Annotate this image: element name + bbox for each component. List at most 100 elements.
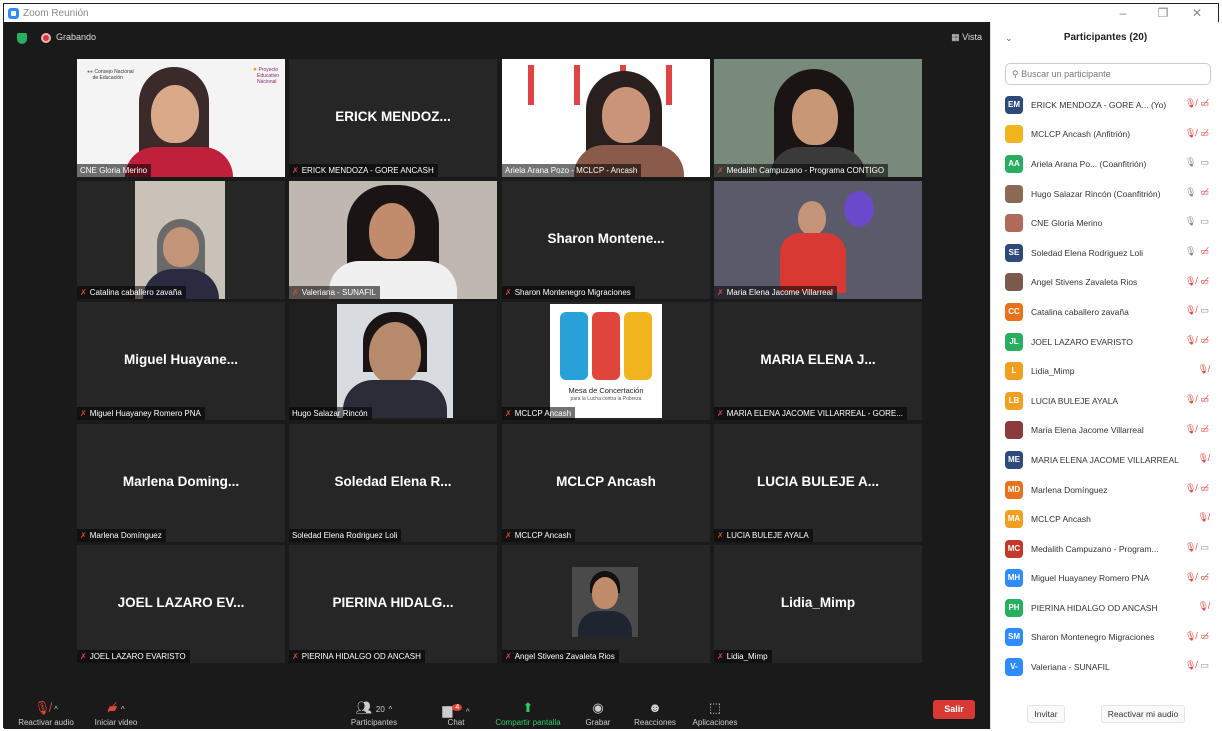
video-tile[interactable]: Hugo Salazar Rincón bbox=[289, 302, 497, 420]
mic-muted-icon: ✗ bbox=[505, 409, 512, 418]
participant-status-icons: 🎙︎̸ ▭ bbox=[1185, 660, 1209, 671]
security-shield-icon[interactable] bbox=[17, 33, 27, 44]
tile-caption-text: MCLCP Ancash bbox=[514, 531, 572, 540]
restore-icon[interactable]: ❐ bbox=[1148, 4, 1178, 22]
video-tile[interactable]: ✗ Medalith Campuzano - Programa CONTIGO bbox=[714, 59, 922, 177]
mic-icon: 🎙︎ bbox=[1185, 216, 1197, 227]
unmute-button[interactable]: 🎙︎̸ ^ Reactivar audio bbox=[16, 700, 76, 727]
participant-row[interactable]: L Lidia_Mimp 🎙︎̸ bbox=[1005, 356, 1215, 386]
recording-label: Grabando bbox=[56, 32, 97, 42]
tile-caption: ✗ Valeriana - SUNAFIL bbox=[289, 286, 380, 299]
participant-row[interactable]: MA MCLCP Ancash 🎙︎̸ bbox=[1005, 504, 1215, 534]
video-off-icon: ▭̸ bbox=[1200, 393, 1209, 404]
participant-name: Lidia_Mimp bbox=[1031, 366, 1075, 377]
video-tile[interactable]: PIERINA HIDALG... ✗ PIERINA HIDALGO OD ANC… bbox=[289, 545, 497, 663]
video-tile[interactable]: Soledad Elena R... Soledad Elena Rodrigue… bbox=[289, 424, 497, 542]
video-tile[interactable]: ✗ Angel Stivens Zavaleta Rios bbox=[502, 545, 710, 663]
participant-name: MARIA ELENA JACOME VILLARREAL ... bbox=[1031, 454, 1179, 465]
video-tile[interactable]: ●● Consejo Nacional de Educación ✸ Proyec… bbox=[77, 59, 285, 177]
window-title: Zoom Reunión bbox=[23, 7, 89, 19]
tile-caption: Soledad Elena Rodriguez Loli bbox=[289, 529, 402, 542]
view-button[interactable]: Vista bbox=[951, 32, 982, 43]
participant-row[interactable]: V- Valeriana - SUNAFIL 🎙︎̸ ▭ bbox=[1005, 652, 1215, 682]
participant-row[interactable]: MCLCP Ancash (Anfitrión) 🎙︎̸ ▭̸ bbox=[1005, 120, 1215, 150]
video-off-icon: ▭̸ bbox=[1200, 245, 1209, 256]
video-tile[interactable]: MARIA ELENA J... ✗ MARIA ELENA JACOME VILL… bbox=[714, 302, 922, 420]
participant-status-icons: 🎙︎̸ ▭ bbox=[1185, 542, 1209, 553]
tile-caption: ✗ Miguel Huayaney Romero PNA bbox=[77, 407, 205, 420]
participant-row[interactable]: MD Marlena Domínguez 🎙︎̸ ▭̸ bbox=[1005, 475, 1215, 505]
video-feed bbox=[502, 545, 710, 663]
video-tile[interactable]: Mesa de Concertación para la Lucha contra… bbox=[502, 302, 710, 420]
video-tile[interactable]: MCLCP Ancash ✗ MCLCP Ancash bbox=[502, 424, 710, 542]
video-tile[interactable]: JOEL LAZARO EV... ✗ JOEL LAZARO EVARISTO bbox=[77, 545, 285, 663]
participant-row[interactable]: PH PIERINA HIDALGO OD ANCASH 🎙︎̸ bbox=[1005, 593, 1215, 623]
video-off-icon: ▭̸ bbox=[1200, 127, 1209, 138]
tile-display-name: PIERINA HIDALG... bbox=[332, 595, 454, 610]
video-tile[interactable]: Ariela Arana Pozo - MCLCP - Ancash bbox=[502, 59, 710, 177]
minimize-icon[interactable]: – bbox=[1108, 4, 1138, 22]
participant-search-input[interactable]: ⚲ Buscar un participante bbox=[1005, 63, 1211, 85]
pen-logo: ✸ Proyecto Educativo Nacional bbox=[252, 67, 279, 85]
video-tile[interactable]: Miguel Huayane... ✗ Miguel Huayaney Romero… bbox=[77, 302, 285, 420]
video-tile[interactable]: Lidia_Mimp ✗ Lidia_Mimp bbox=[714, 545, 922, 663]
video-on-icon: ▭ bbox=[1200, 157, 1209, 168]
apps-button[interactable]: ⬚ Aplicaciones bbox=[688, 700, 742, 727]
mic-muted-icon: ✗ bbox=[80, 288, 87, 297]
participant-status-icons: 🎙︎̸ ▭̸ bbox=[1185, 335, 1209, 346]
participant-row[interactable]: ME MARIA ELENA JACOME VILLARREAL ... 🎙︎̸ bbox=[1005, 445, 1215, 475]
video-tile[interactable]: ✗ Catalina caballero zavaña bbox=[77, 181, 285, 299]
participant-row[interactable]: Maria Elena Jacome Villarreal 🎙︎̸ ▭̸ bbox=[1005, 416, 1215, 446]
invite-button[interactable]: Invitar bbox=[1027, 705, 1065, 723]
share-screen-button[interactable]: ⬆︎ Compartir pantalla bbox=[490, 700, 566, 727]
participant-row[interactable]: AA Ariela Arana Po... (Coanfitrión) 🎙︎ ▭ bbox=[1005, 149, 1215, 179]
participant-row[interactable]: MH Miguel Huayaney Romero PNA 🎙︎̸ ▭̸ bbox=[1005, 564, 1215, 594]
record-button[interactable]: ◉ Grabar bbox=[580, 700, 616, 727]
unmute-me-button[interactable]: Reactivar mi audio bbox=[1101, 705, 1185, 723]
mic-muted-icon: ✗ bbox=[80, 652, 87, 661]
participant-row[interactable]: CNE Gloria Merino 🎙︎ ▭ bbox=[1005, 208, 1215, 238]
mic-muted-icon: 🎙︎̸ bbox=[1185, 127, 1197, 138]
video-off-icon: ▭̸ bbox=[1200, 571, 1209, 582]
video-tile[interactable]: ERICK MENDOZ... ✗ ERICK MENDOZA - GORE ANC… bbox=[289, 59, 497, 177]
participant-row[interactable]: CC Catalina caballero zavaña 🎙︎̸ ▭ bbox=[1005, 297, 1215, 327]
avatar: SM bbox=[1005, 628, 1023, 647]
tile-caption-text: ERICK MENDOZA - GORE ANCASH bbox=[301, 166, 434, 175]
video-feed bbox=[289, 181, 497, 299]
mic-muted-icon: ✗ bbox=[505, 288, 512, 297]
participant-row[interactable]: SM Sharon Montenegro Migraciones 🎙︎̸ ▭̸ bbox=[1005, 623, 1215, 653]
participant-status-icons: 🎙︎̸ ▭̸ bbox=[1185, 572, 1209, 583]
avatar: JL bbox=[1005, 332, 1023, 351]
tile-caption: Hugo Salazar Rincón bbox=[289, 407, 372, 420]
tile-caption-text: Hugo Salazar Rincón bbox=[292, 409, 368, 418]
video-tile[interactable]: ✗ Valeriana - SUNAFIL bbox=[289, 181, 497, 299]
participant-row[interactable]: JL JOEL LAZARO EVARISTO 🎙︎̸ ▭̸ bbox=[1005, 327, 1215, 357]
tile-caption-text: Catalina caballero zavaña bbox=[89, 288, 182, 297]
title-bar: Zoom Reunión – ❐ ✕ bbox=[4, 4, 1218, 22]
participants-button[interactable]: 👥︎ 20 ^ Participantes bbox=[344, 700, 404, 727]
video-tile[interactable]: LUCIA BULEJE A... ✗ LUCIA BULEJE AYALA bbox=[714, 424, 922, 542]
avatar: V- bbox=[1005, 658, 1023, 677]
participant-row[interactable]: LB LUCIA BULEJE AYALA 🎙︎̸ ▭̸ bbox=[1005, 386, 1215, 416]
participant-status-icons: 🎙︎̸ ▭̸ bbox=[1185, 394, 1209, 405]
leave-button[interactable]: Salir bbox=[933, 700, 975, 719]
participant-status-icons: 🎙︎̸ bbox=[1198, 512, 1209, 523]
video-tile[interactable]: ✗ Maria Elena Jacome Villarreal bbox=[714, 181, 922, 299]
video-tile[interactable]: Marlena Doming... ✗ Marlena Domínguez bbox=[77, 424, 285, 542]
participants-panel: ⌄ Participantes (20) ⚲ Buscar un partici… bbox=[990, 22, 1220, 729]
chat-button[interactable]: ▆ 4 ^ Chat bbox=[436, 700, 476, 727]
participant-name: Soledad Elena Rodriguez Loli bbox=[1031, 247, 1143, 258]
participant-row[interactable]: EM ERICK MENDOZA - GORE A... (Yo) 🎙︎̸ ▭̸ bbox=[1005, 90, 1215, 120]
participant-row[interactable]: Angel Stivens Zavaleta Rios 🎙︎̸ ▭̸ bbox=[1005, 268, 1215, 298]
start-video-button[interactable]: ▰̸ ^ Iniciar video bbox=[86, 700, 146, 727]
participant-row[interactable]: MC Medalith Campuzano - Program... 🎙︎̸ ▭ bbox=[1005, 534, 1215, 564]
participant-row[interactable]: SE Soledad Elena Rodriguez Loli 🎙︎ ▭̸ bbox=[1005, 238, 1215, 268]
mic-icon: 🎙︎ bbox=[1185, 157, 1197, 168]
close-icon[interactable]: ✕ bbox=[1182, 4, 1212, 22]
participant-name: LUCIA BULEJE AYALA bbox=[1031, 395, 1119, 406]
video-tile[interactable]: Sharon Montene... ✗ Sharon Montenegro Migr… bbox=[502, 181, 710, 299]
mic-muted-icon: ✗ bbox=[505, 652, 512, 661]
reactions-button[interactable]: ☻ Reacciones bbox=[630, 700, 680, 727]
participant-row[interactable]: Hugo Salazar Rincón (Coanfitrión) 🎙︎ ▭̸ bbox=[1005, 179, 1215, 209]
avatar: MC bbox=[1005, 539, 1023, 558]
